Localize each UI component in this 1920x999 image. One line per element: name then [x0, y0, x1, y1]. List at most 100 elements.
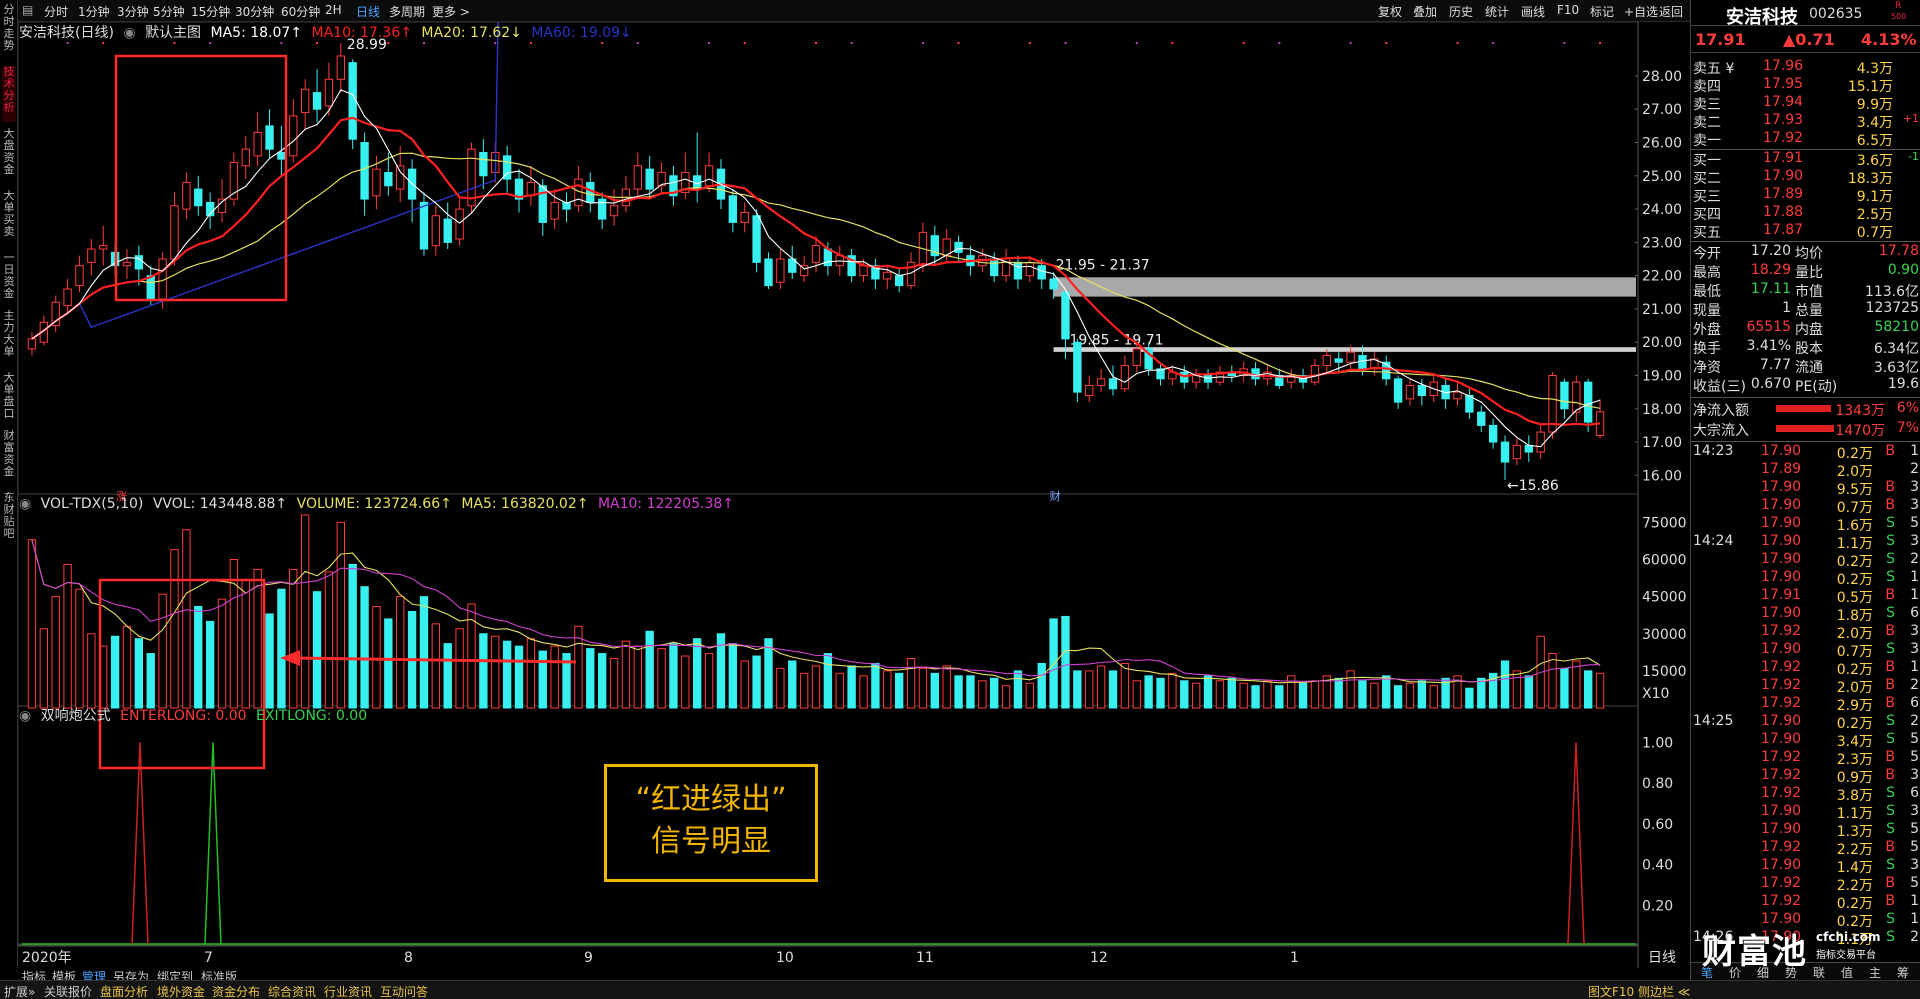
- period-tab-4[interactable]: 15分钟: [191, 3, 230, 20]
- bids-row-1[interactable]: 买二 17.90 18.3万: [1691, 168, 1920, 187]
- candle-body: [1500, 441, 1510, 463]
- volume-bar: [443, 643, 452, 709]
- x-axis-label: 12: [1090, 950, 1108, 966]
- volume-bar: [1001, 685, 1011, 709]
- chart-tool-2[interactable]: 历史: [1449, 3, 1473, 20]
- status-link-0[interactable]: 扩展»: [4, 983, 35, 999]
- left-nav-item-7[interactable]: 财富资金: [2, 430, 16, 486]
- tick-bs: B: [1885, 767, 1895, 783]
- chart-tool-8[interactable]: 返回: [1659, 3, 1683, 20]
- bids-row-4[interactable]: 买五 17.87 0.7万: [1691, 222, 1920, 241]
- left-nav-item-0[interactable]: 分时走势: [2, 4, 16, 60]
- signal-settings-icon[interactable]: ◉: [19, 708, 31, 724]
- status-link-7[interactable]: 互动问答: [380, 983, 428, 999]
- period-tab-8[interactable]: 日线: [356, 3, 380, 20]
- candle-body: [241, 148, 250, 167]
- volume-bar: [27, 539, 37, 709]
- tick-bs: S: [1886, 803, 1895, 819]
- status-link-6[interactable]: 行业资讯: [324, 983, 372, 999]
- tick-bs: B: [1885, 839, 1895, 855]
- stat-value: 19.6: [1887, 376, 1919, 392]
- stat-value: 1: [1782, 300, 1791, 316]
- left-nav-item-6[interactable]: 大单盘口: [2, 372, 16, 428]
- panel-tab-6[interactable]: 主: [1869, 964, 1881, 981]
- asks-row-0[interactable]: 卖五 ¥ 17.96 4.3万: [1691, 58, 1920, 77]
- status-link-1[interactable]: 关联报价: [44, 983, 92, 999]
- asks-row-3[interactable]: 卖二 17.93 3.4万 +1: [1691, 112, 1920, 131]
- chart-tool-0[interactable]: 复权: [1378, 3, 1402, 20]
- bids-row-0[interactable]: 买一 17.91 3.6万 -1: [1691, 150, 1920, 169]
- volume-bar: [1370, 682, 1379, 709]
- volume-settings-icon[interactable]: ◉: [19, 496, 31, 512]
- event-dot: [636, 42, 639, 44]
- left-nav-item-1[interactable]: 技术分析: [2, 66, 16, 122]
- period-tab-3[interactable]: 5分钟: [153, 3, 185, 20]
- stat-label: 量比: [1795, 265, 1823, 281]
- left-nav-item-8[interactable]: 东财贴吧: [2, 492, 16, 548]
- period-tab-6[interactable]: 60分钟: [281, 3, 320, 20]
- chart-tool-5[interactable]: F10: [1557, 3, 1579, 17]
- tick-price: 17.91: [1761, 587, 1802, 603]
- candle-body: [752, 215, 761, 263]
- period-tab-1[interactable]: 1分钟: [78, 3, 110, 20]
- bids-label: 买五: [1693, 225, 1721, 241]
- chart-tool-4[interactable]: 画线: [1521, 3, 1545, 20]
- flow-value: 1343万: [1835, 403, 1885, 419]
- bids-row-3[interactable]: 买四 17.88 2.5万: [1691, 204, 1920, 223]
- chart-tool-6[interactable]: 标记: [1590, 3, 1614, 20]
- toolbar-menu-icon[interactable]: ▤: [22, 3, 33, 17]
- volume-bar: [1417, 680, 1427, 709]
- volume-bar: [693, 638, 702, 709]
- asks-row-4[interactable]: 卖一 17.92 6.5万: [1691, 130, 1920, 149]
- tick-count: 2: [1910, 551, 1919, 567]
- stats-divider: [1691, 241, 1920, 242]
- bids-row-2[interactable]: 买三 17.89 9.1万: [1691, 186, 1920, 205]
- tick-row: 17.90 0.2万 S 2: [1691, 551, 1920, 570]
- volume-bar: [1215, 680, 1225, 709]
- tick-row: 17.90 1.8万 S 6: [1691, 605, 1920, 624]
- volume-bar: [1132, 680, 1141, 709]
- panel-tab-5[interactable]: 值: [1841, 964, 1853, 981]
- chart-settings-icon[interactable]: ◉: [123, 25, 135, 41]
- tick-count: 3: [1910, 641, 1919, 657]
- status-link-5[interactable]: 综合资讯: [268, 983, 316, 999]
- left-nav-item-2[interactable]: 大盘资金: [2, 128, 16, 184]
- period-tab-5[interactable]: 30分钟: [235, 3, 274, 20]
- candle-body: [419, 201, 429, 250]
- chart-tool-7[interactable]: +自选: [1624, 3, 1658, 20]
- exitlong-spike: [204, 742, 222, 945]
- stat-label: 内盘: [1795, 322, 1823, 338]
- volume-bar: [1477, 677, 1486, 709]
- tick-price: 17.90: [1761, 857, 1802, 873]
- status-link-4[interactable]: 资金分布: [212, 983, 260, 999]
- asks-row-2[interactable]: 卖三 17.94 9.9万: [1691, 94, 1920, 113]
- asks-row-1[interactable]: 卖四 17.95 15.1万: [1691, 76, 1920, 95]
- ticks-divider: [1691, 441, 1920, 442]
- chart-tool-1[interactable]: 叠加: [1413, 3, 1437, 20]
- period-tab-0[interactable]: 分时: [44, 3, 68, 20]
- candle-body: [1417, 384, 1427, 396]
- tick-vol: 2.0万: [1836, 626, 1873, 642]
- left-nav-item-3[interactable]: 大单买卖: [2, 190, 16, 246]
- period-tab-10[interactable]: 更多 >: [432, 3, 470, 20]
- period-tab-9[interactable]: 多周期: [389, 3, 425, 20]
- volume-bar: [158, 593, 167, 709]
- tick-count: 5: [1910, 515, 1919, 531]
- volume-bar: [205, 620, 215, 709]
- status-link-3[interactable]: 境外资金: [157, 983, 205, 999]
- period-tab-2[interactable]: 3分钟: [117, 3, 149, 20]
- tick-price: 17.90: [1761, 803, 1802, 819]
- left-nav-item-5[interactable]: 主力大单: [2, 310, 16, 366]
- tick-price: 17.92: [1761, 659, 1802, 675]
- left-nav-item-4[interactable]: 一日资金: [2, 252, 16, 308]
- stat-value: 123725: [1865, 300, 1919, 316]
- candle-body: [1013, 261, 1023, 280]
- chart-tool-3[interactable]: 统计: [1485, 3, 1509, 20]
- panel-tab-7[interactable]: 筹: [1897, 964, 1909, 981]
- tick-vol: 1.1万: [1836, 806, 1873, 822]
- tick-bs: B: [1885, 623, 1895, 639]
- status-link-2[interactable]: 盘面分析: [100, 983, 148, 999]
- period-tab-7[interactable]: 2H: [325, 3, 342, 17]
- panel-tab-4[interactable]: 联: [1813, 964, 1825, 981]
- status-right-link[interactable]: 图文F10 侧边栏 ≪: [1588, 983, 1690, 999]
